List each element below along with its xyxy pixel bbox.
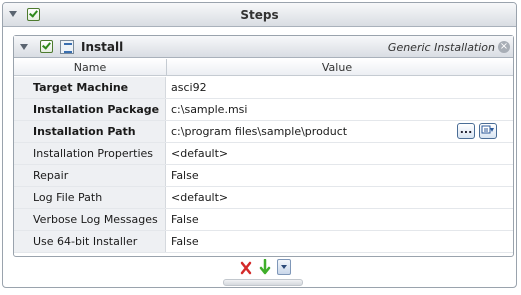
property-row-use-64-bit-installer[interactable]: Use 64-bit Installer False — [14, 231, 513, 253]
property-name: Target Machine — [14, 77, 166, 98]
property-row-log-file-path[interactable]: Log File Path <default> — [14, 187, 513, 209]
property-value[interactable]: False — [171, 165, 199, 186]
property-value[interactable]: asci92 — [171, 77, 207, 98]
install-step-panel: Install Generic Installation × Name Valu… — [13, 35, 514, 257]
resize-grip[interactable] — [223, 279, 303, 286]
remove-step-button[interactable] — [239, 260, 253, 276]
property-value[interactable]: <default> — [171, 187, 228, 208]
property-row-verbose-log-messages[interactable]: Verbose Log Messages False — [14, 209, 513, 231]
property-row-installation-properties[interactable]: Installation Properties <default> — [14, 143, 513, 165]
install-step-title: Install — [81, 40, 124, 54]
property-value[interactable]: False — [171, 231, 199, 252]
property-name: Log File Path — [14, 187, 166, 208]
property-name: Installation Package — [14, 99, 166, 120]
property-value[interactable]: <default> — [171, 143, 228, 164]
more-options-button[interactable] — [277, 259, 291, 275]
step-toolbar — [239, 258, 299, 277]
variable-picker-icon — [481, 125, 494, 134]
remove-step-icon — [240, 261, 252, 275]
install-step-header: Install Generic Installation × — [14, 36, 513, 58]
install-enabled-checkbox[interactable] — [40, 40, 53, 53]
property-row-repair[interactable]: Repair False — [14, 165, 513, 187]
down-arrow-icon — [259, 258, 271, 275]
grid-header: Name Value — [14, 59, 513, 76]
column-header-value[interactable]: Value — [167, 61, 507, 74]
property-row-installation-package[interactable]: Installation Package c:\sample.msi — [14, 99, 513, 121]
property-value[interactable]: c:\sample.msi — [171, 99, 247, 120]
property-name: Use 64-bit Installer — [14, 231, 166, 252]
close-icon[interactable]: × — [498, 41, 510, 53]
install-step-type: Generic Installation — [387, 41, 495, 54]
property-value[interactable]: False — [171, 209, 199, 230]
property-name: Verbose Log Messages — [14, 209, 166, 230]
property-name: Installation Properties — [14, 143, 166, 164]
install-step-icon — [60, 40, 74, 54]
checkmark-icon — [42, 40, 51, 50]
column-header-name[interactable]: Name — [14, 61, 166, 74]
property-row-target-machine[interactable]: Target Machine asci92 — [14, 77, 513, 99]
property-name: Repair — [14, 165, 166, 186]
move-down-button[interactable] — [259, 258, 271, 276]
property-value[interactable]: c:\program files\sample\product — [171, 121, 347, 142]
steps-title: Steps — [240, 8, 279, 22]
property-row-installation-path[interactable]: Installation Path c:\program files\sampl… — [14, 121, 513, 143]
collapse-install-toggle[interactable] — [20, 44, 28, 50]
variable-picker-button[interactable] — [479, 123, 497, 139]
property-name: Installation Path — [14, 121, 166, 142]
steps-header: Steps — [3, 3, 516, 27]
steps-panel: Steps Install Generic Installation × Nam… — [2, 2, 517, 288]
browse-button[interactable]: ... — [457, 123, 475, 139]
